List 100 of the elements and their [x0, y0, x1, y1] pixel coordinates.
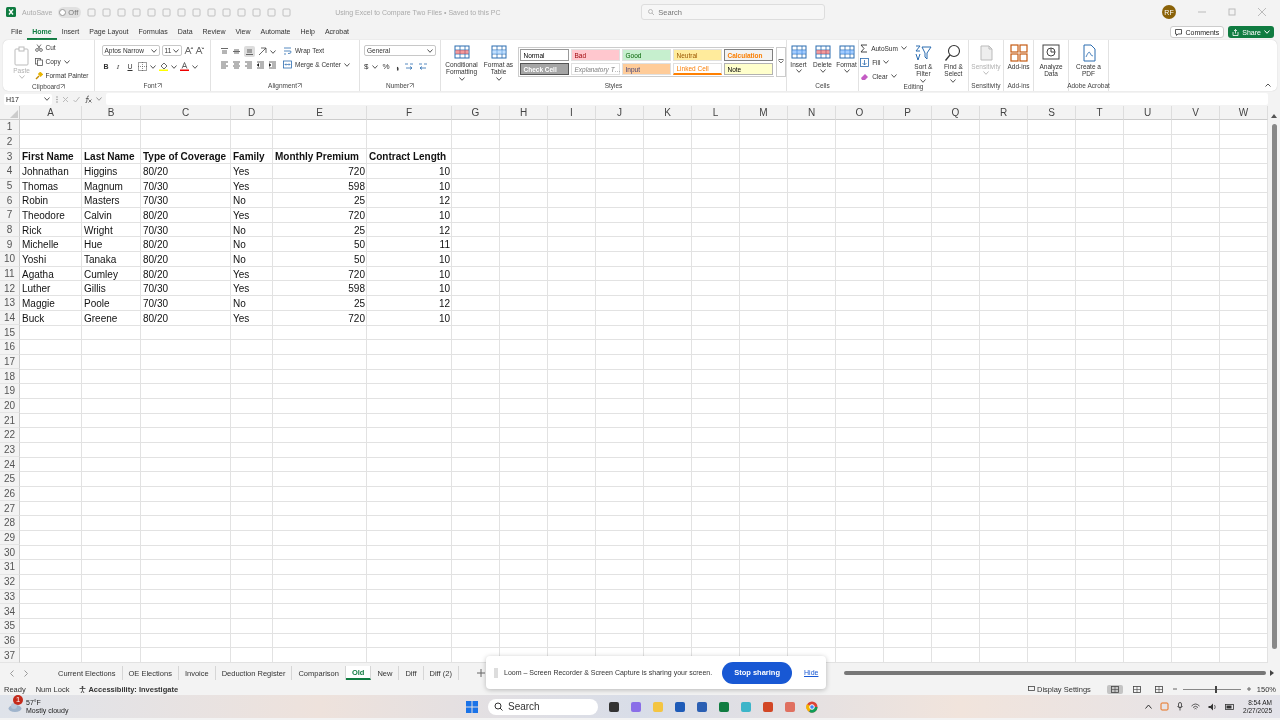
- column-header[interactable]: D: [231, 106, 273, 120]
- taskbar-search[interactable]: Search: [488, 698, 598, 715]
- column-header[interactable]: N: [788, 106, 836, 120]
- scrollbar-thumb[interactable]: [844, 671, 1266, 675]
- column-header[interactable]: I: [548, 106, 596, 120]
- row-header[interactable]: 28: [0, 516, 20, 531]
- column-header[interactable]: V: [1172, 106, 1220, 120]
- column-header[interactable]: U: [1124, 106, 1172, 120]
- font-color-icon[interactable]: [179, 62, 189, 71]
- dialog-launcher-icon[interactable]: [409, 83, 415, 88]
- collapse-ribbon-icon[interactable]: [1265, 83, 1271, 87]
- microphone-icon[interactable]: [1177, 702, 1184, 711]
- column-header[interactable]: O: [836, 106, 884, 120]
- volume-icon[interactable]: [1208, 702, 1218, 711]
- row-header[interactable]: 3: [0, 149, 20, 164]
- decrease-decimal-icon[interactable]: [417, 62, 428, 71]
- scrollbar-thumb[interactable]: [1271, 124, 1277, 649]
- column-header[interactable]: R: [980, 106, 1028, 120]
- row-header[interactable]: 18: [0, 369, 20, 385]
- fill-color-icon[interactable]: [158, 62, 168, 71]
- row-header[interactable]: 9: [0, 237, 20, 253]
- decrease-font-icon[interactable]: [194, 46, 204, 55]
- row-header[interactable]: 10: [0, 252, 20, 267]
- row-header[interactable]: 24: [0, 457, 20, 473]
- scroll-up-icon[interactable]: [1271, 114, 1277, 118]
- column-header[interactable]: P: [884, 106, 932, 120]
- zoom-out-icon[interactable]: [1172, 687, 1177, 691]
- gallery-more-button[interactable]: [775, 47, 786, 78]
- cancel-icon[interactable]: [62, 95, 69, 103]
- row-header[interactable]: 16: [0, 340, 20, 355]
- currency-button[interactable]: $: [364, 62, 369, 71]
- increase-font-icon[interactable]: [183, 46, 193, 55]
- powerpoint-icon[interactable]: [762, 700, 774, 713]
- start-icon[interactable]: [466, 700, 478, 713]
- formula-field[interactable]: [106, 93, 1268, 105]
- column-header[interactable]: J: [596, 106, 644, 120]
- previous-sheet-icon[interactable]: [10, 669, 14, 677]
- row-header[interactable]: 37: [0, 648, 20, 663]
- wifi-icon[interactable]: [1191, 702, 1201, 711]
- align-bottom-icon[interactable]: [245, 47, 255, 56]
- column-header[interactable]: T: [1076, 106, 1124, 120]
- caret-icon: [950, 78, 957, 83]
- column-header[interactable]: K: [644, 106, 692, 120]
- row-header[interactable]: 12: [0, 281, 20, 297]
- scroll-right-icon[interactable]: [1270, 670, 1274, 676]
- row-header[interactable]: 30: [0, 545, 20, 561]
- column-header[interactable]: M: [740, 106, 788, 120]
- copilot-icon[interactable]: [630, 700, 642, 713]
- decrease-indent-icon[interactable]: [256, 60, 266, 69]
- row-header[interactable]: 34: [0, 604, 20, 619]
- column-header[interactable]: E: [273, 106, 367, 120]
- column-header[interactable]: C: [141, 106, 231, 120]
- dialog-launcher-icon[interactable]: [296, 83, 302, 88]
- battery-icon[interactable]: [1225, 703, 1236, 710]
- column-header[interactable]: H: [500, 106, 548, 120]
- add-sheet-icon[interactable]: [476, 669, 485, 677]
- column-header[interactable]: A: [20, 106, 82, 120]
- close-icon[interactable]: [1258, 8, 1266, 16]
- table-cell: Agatha: [22, 268, 54, 280]
- column-header[interactable]: S: [1028, 106, 1076, 120]
- normal-view-button[interactable]: [1106, 684, 1123, 694]
- row-header[interactable]: 1: [0, 120, 20, 135]
- browser-icon[interactable]: [806, 700, 818, 713]
- zoom-in-icon[interactable]: [1246, 687, 1251, 691]
- align-middle-icon[interactable]: [232, 47, 242, 56]
- task-view-icon[interactable]: [608, 700, 620, 713]
- row-header[interactable]: 19: [0, 384, 20, 399]
- row-header[interactable]: 27: [0, 501, 20, 517]
- row-header[interactable]: 4: [0, 164, 20, 179]
- orientation-icon[interactable]: [258, 47, 268, 56]
- borders-icon[interactable]: [137, 62, 147, 71]
- row-header[interactable]: 22: [0, 428, 20, 443]
- percent-button[interactable]: %: [382, 62, 390, 71]
- word-icon[interactable]: [696, 700, 708, 713]
- row-header[interactable]: 25: [0, 472, 20, 487]
- next-sheet-icon[interactable]: [24, 669, 28, 677]
- store-icon[interactable]: [674, 700, 686, 713]
- column-header[interactable]: L: [692, 106, 740, 120]
- dialog-launcher-icon[interactable]: [59, 83, 65, 89]
- align-top-icon[interactable]: [220, 47, 230, 56]
- column-header[interactable]: W: [1220, 106, 1268, 120]
- app-icon[interactable]: [740, 700, 752, 713]
- column-header[interactable]: G: [452, 106, 500, 120]
- enter-icon[interactable]: [73, 95, 80, 103]
- drag-handle-icon[interactable]: [494, 667, 498, 678]
- row-header[interactable]: 15: [0, 325, 20, 341]
- column-header[interactable]: Q: [932, 106, 980, 120]
- column-header[interactable]: B: [82, 106, 141, 120]
- row-header[interactable]: 7: [0, 208, 20, 223]
- row-header[interactable]: 31: [0, 560, 20, 575]
- dialog-launcher-icon[interactable]: [156, 83, 162, 88]
- increase-indent-icon[interactable]: [268, 60, 278, 69]
- excel-icon[interactable]: [718, 700, 730, 713]
- snipping-icon[interactable]: [784, 700, 796, 713]
- column-header[interactable]: F: [367, 106, 452, 120]
- row-header[interactable]: 21: [0, 413, 20, 429]
- row-header[interactable]: 13: [0, 296, 20, 311]
- row-header[interactable]: 6: [0, 193, 20, 209]
- function-icon[interactable]: [84, 95, 92, 103]
- chevron-up-icon[interactable]: [1145, 704, 1153, 709]
